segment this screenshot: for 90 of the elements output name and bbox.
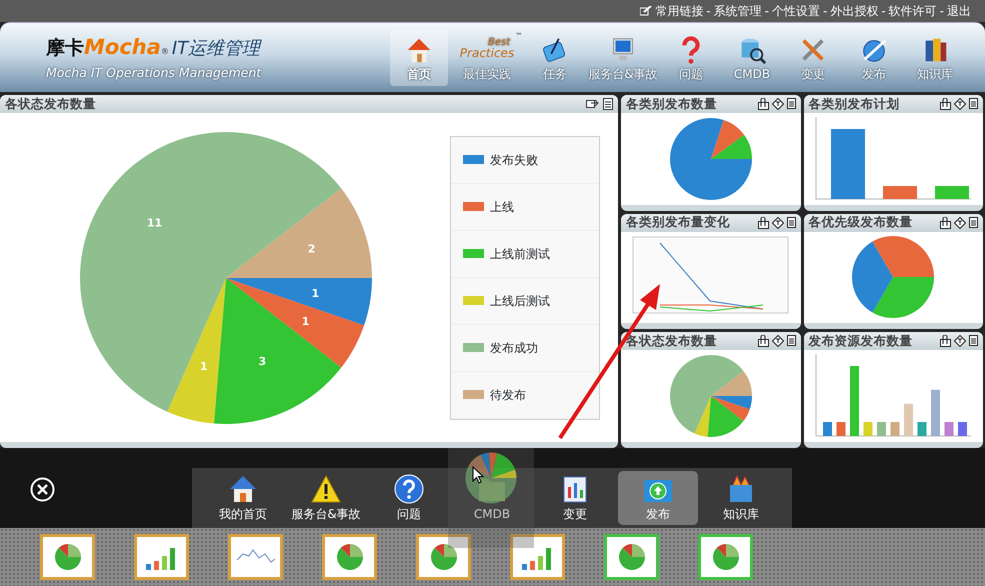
panel-title: 各优先级发布数量 [808,214,912,232]
chart-thumbnail[interactable] [510,534,565,580]
data-label: 1 [302,314,310,328]
bar [944,422,954,436]
link-separator: - [706,3,711,20]
dock-item[interactable]: 知识库 [701,471,781,525]
bar [822,422,832,436]
header-link[interactable]: 软件许可 [888,2,937,20]
document-icon[interactable] [969,216,978,228]
bar [863,422,872,436]
clip-icon[interactable] [940,335,951,348]
data-label: 3 [258,354,266,368]
header-link[interactable]: 退出 [947,2,971,20]
panel-title: 各类别发布计划 [808,95,900,113]
clip-icon[interactable] [940,98,951,110]
panel-title: 各类别发布数量 [626,95,717,113]
document-icon[interactable] [786,335,796,346]
dock-item[interactable]: 发布 [618,471,698,525]
legend-label: 发布失败 [490,152,538,168]
data-label: 1 [200,359,208,372]
bar [882,186,917,199]
link-separator: - [881,3,886,20]
logo-text: Practices [460,48,514,58]
diamond-t-icon[interactable] [772,98,784,110]
panel-title: 各类别发布量变化 [626,214,730,232]
chart-thumbnail[interactable] [134,534,189,580]
panel-title: 各状态发布数量 [626,332,717,350]
cursor-icon [472,466,484,484]
bar [930,390,940,436]
dock-item[interactable]: 我的首页 [203,471,283,525]
document-icon[interactable] [603,98,613,110]
bar [850,366,859,436]
link-separator: - [940,3,944,20]
logo-text: Mocha [84,34,161,62]
diamond-t-icon[interactable] [954,98,966,110]
dock-item[interactable]: 变更 [535,471,615,525]
bar [830,128,865,199]
link-separator: - [822,3,828,20]
clip-icon[interactable] [758,335,768,348]
logo-text: Best [487,38,512,48]
bar [958,422,967,436]
diamond-t-icon[interactable] [772,216,784,229]
close-icon[interactable] [30,477,55,502]
bar [917,422,926,436]
product-subtitle: Mocha IT Operations Management [46,64,262,82]
header-link[interactable]: 系统管理 [714,2,762,20]
document-icon[interactable] [969,98,978,109]
diamond-t-icon[interactable] [954,216,966,229]
dock-item[interactable]: 服务台&事故 [286,471,366,525]
legend-label: 上线前测试 [490,246,550,262]
bar [934,186,969,199]
document-icon[interactable] [969,335,978,346]
chart-thumbnail[interactable] [416,534,471,580]
chart-thumbnail[interactable] [40,534,95,580]
product-name: IT运维管理 [172,37,260,62]
chart-thumbnail[interactable] [604,534,659,580]
legend-label: 上线 [490,198,514,216]
clip-icon[interactable] [758,216,768,229]
document-icon[interactable] [786,98,796,109]
legend-label: 发布成功 [490,340,538,356]
panel-title: 发布资源发布数量 [808,332,912,350]
legend-label: 待发布 [490,386,526,404]
diamond-t-icon[interactable] [954,335,966,348]
help-icon [393,473,425,505]
bar [904,404,913,436]
panel-title: 各状态发布数量 [5,95,96,113]
header-link[interactable]: 个性设置 [772,2,820,20]
header-link[interactable]: 外出授权 [830,2,878,20]
link-separator: - [764,3,769,20]
bar [876,422,886,436]
data-label: 1 [311,286,320,300]
document-icon[interactable] [786,216,796,228]
legend-label: 上线后测试 [490,292,550,310]
diamond-t-icon[interactable] [772,335,784,348]
chart-thumbnail[interactable] [322,534,377,580]
bar [890,422,900,436]
bar [836,422,846,436]
header-link[interactable]: 常用链接 [655,2,704,20]
clip-icon[interactable] [940,216,951,229]
chart-thumbnail[interactable] [228,534,283,580]
dock-item[interactable]: 问题 [369,471,449,525]
data-label: 11 [146,216,162,229]
warning-icon [310,473,342,505]
clip-icon[interactable] [758,98,768,110]
logo-text: 摩卡 [46,36,84,62]
export-icon[interactable] [586,98,600,109]
data-label: 2 [308,242,316,256]
edit-icon [640,6,652,16]
registered-mark: ® [160,46,169,58]
chart-thumbnail[interactable] [698,534,753,580]
